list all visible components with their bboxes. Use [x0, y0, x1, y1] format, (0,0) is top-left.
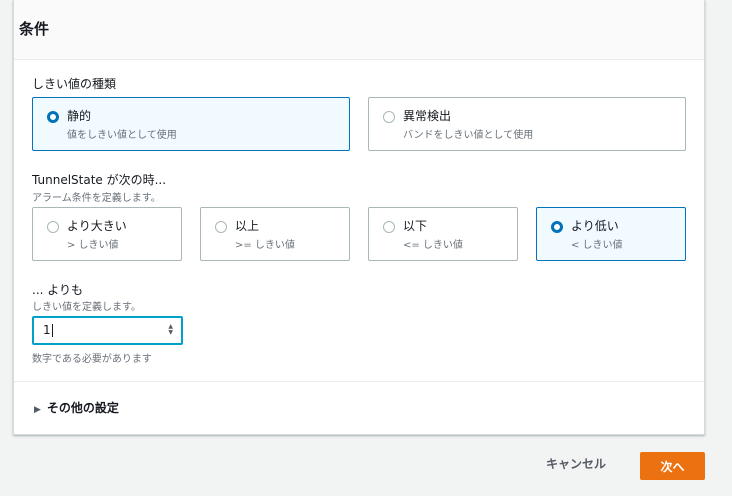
text-caret	[51, 324, 53, 337]
caret-right-icon: ▶	[34, 405, 41, 415]
radio-greater-equal[interactable]	[215, 221, 227, 233]
condition-greater-equal-tile[interactable]: 以上 >= しきい値	[200, 207, 350, 261]
tile-title-greater-equal: 以上	[235, 219, 260, 233]
radio-static[interactable]	[47, 111, 59, 123]
next-button[interactable]: 次へ	[640, 452, 705, 480]
section-divider	[14, 381, 704, 382]
threshold-value-text: 1	[43, 323, 51, 337]
condition-label: TunnelState が次の時...	[32, 173, 167, 187]
threshold-label: ... よりも	[32, 283, 84, 297]
tile-sub-greater: > しきい値	[67, 240, 119, 251]
threshold-constraint: 数字である必要があります	[32, 354, 152, 365]
threshold-type-label: しきい値の種類	[32, 77, 117, 91]
tile-sub-static: 値をしきい値として使用	[67, 130, 177, 141]
number-stepper-icon[interactable]: ▲ ▼	[168, 324, 173, 336]
cancel-button[interactable]: キャンセル	[546, 455, 606, 472]
additional-settings-expander[interactable]: ▶ その他の設定	[34, 399, 119, 416]
radio-anomaly[interactable]	[383, 111, 395, 123]
threshold-type-static-tile[interactable]: 静的 値をしきい値として使用	[32, 97, 350, 151]
radio-less-equal[interactable]	[383, 221, 395, 233]
tile-title-anomaly: 異常検出	[403, 109, 452, 123]
panel-header: 条件	[14, 0, 704, 60]
tile-sub-greater-equal: >= しきい値	[235, 240, 295, 251]
tile-title-greater: より大きい	[67, 219, 127, 233]
threshold-value-input[interactable]: 1 ▲ ▼	[32, 316, 183, 345]
radio-lower[interactable]	[551, 221, 563, 233]
conditions-panel: 条件 しきい値の種類 静的 値をしきい値として使用 異常検出 バンドをしきい値と…	[13, 0, 705, 435]
tile-sub-anomaly: バンドをしきい値として使用	[403, 130, 534, 141]
threshold-type-anomaly-tile[interactable]: 異常検出 バンドをしきい値として使用	[368, 97, 686, 151]
radio-greater[interactable]	[47, 221, 59, 233]
threshold-description: しきい値を定義します。	[32, 302, 141, 313]
tile-sub-less-equal: <= しきい値	[403, 240, 463, 251]
tile-sub-lower: < しきい値	[571, 240, 623, 251]
condition-description: アラーム条件を定義します。	[32, 193, 161, 204]
additional-settings-label: その他の設定	[46, 401, 119, 415]
condition-less-equal-tile[interactable]: 以下 <= しきい値	[368, 207, 518, 261]
tile-title-static: 静的	[67, 109, 92, 123]
condition-lower-tile[interactable]: より低い < しきい値	[536, 207, 686, 261]
tile-title-lower: より低い	[571, 219, 619, 233]
panel-title: 条件	[19, 20, 50, 38]
condition-greater-tile[interactable]: より大きい > しきい値	[32, 207, 182, 261]
tile-title-less-equal: 以下	[403, 219, 428, 233]
